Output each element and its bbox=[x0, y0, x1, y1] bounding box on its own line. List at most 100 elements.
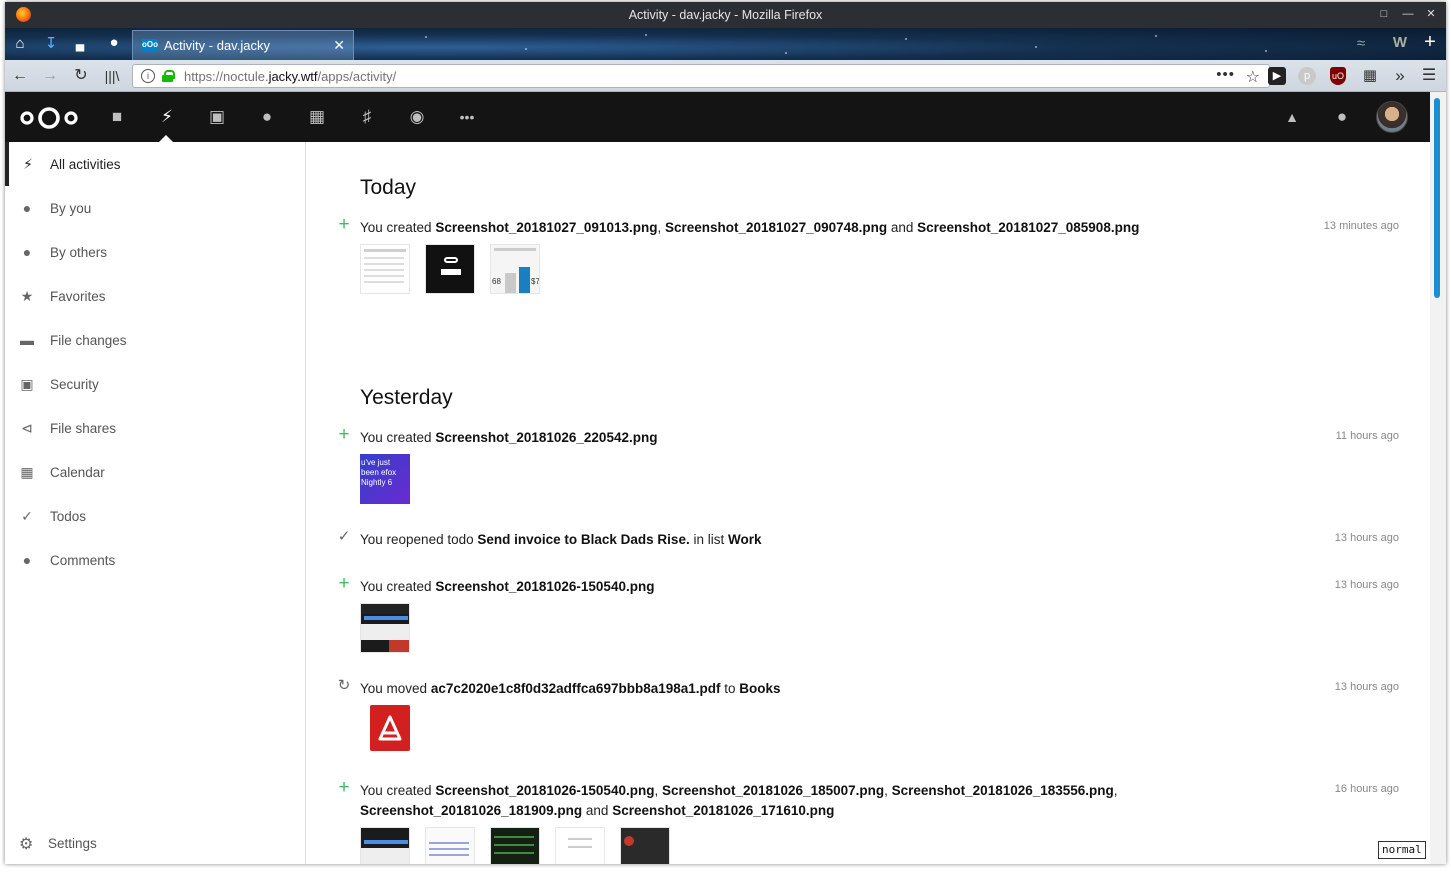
file-thumbnail[interactable] bbox=[620, 827, 670, 864]
contacts-icon[interactable]: ● bbox=[257, 107, 277, 127]
close-window-icon[interactable]: ✕ bbox=[1424, 7, 1438, 21]
tab-favicon-dark-icon[interactable]: ● bbox=[103, 34, 125, 52]
file-link[interactable]: Screenshot_20181026_181909.png bbox=[360, 803, 582, 818]
firefox-window: Activity - dav.jacky - Mozilla Firefox □… bbox=[5, 2, 1446, 864]
calendar-icon: ▦ bbox=[20, 464, 34, 480]
file-thumbnail[interactable] bbox=[360, 603, 410, 653]
folder-link[interactable]: Books bbox=[739, 681, 780, 696]
chart-tick-label: $7 bbox=[531, 277, 540, 286]
activity-text: You created Screenshot_20181026-150540.p… bbox=[360, 579, 655, 594]
file-thumbnail[interactable] bbox=[360, 827, 410, 864]
url-text[interactable]: https://noctule.jacky.wtf/apps/activity/ bbox=[184, 69, 396, 84]
file-link[interactable]: Screenshot_20181027_091013.png bbox=[435, 220, 657, 235]
section-title-yesterday: Yesterday bbox=[360, 386, 453, 409]
extension-dark-icon[interactable]: ▶ bbox=[1268, 67, 1286, 85]
calendar-icon[interactable]: ▦ bbox=[307, 107, 327, 127]
sidebar-item-file-changes[interactable]: ▬ File changes bbox=[5, 318, 305, 362]
user-avatar[interactable] bbox=[1376, 101, 1408, 133]
sidebar-item-file-shares[interactable]: ⊲ File shares bbox=[5, 406, 305, 450]
sidebar-item-by-you[interactable]: ● By you bbox=[5, 186, 305, 230]
file-thumbnail[interactable] bbox=[425, 244, 475, 294]
overflow-chevron-icon[interactable]: » bbox=[1389, 66, 1411, 86]
activity-text: You moved ac7c2020e1c8f0d32adffca697bbb8… bbox=[360, 681, 781, 696]
home-icon[interactable]: ⌂ bbox=[9, 35, 31, 53]
contacts-menu-icon[interactable]: ● bbox=[1332, 107, 1352, 127]
sidebar-item-comments[interactable]: ● Comments bbox=[5, 538, 305, 582]
notifications-bell-icon[interactable]: ▲ bbox=[1282, 107, 1302, 127]
window-title: Activity - dav.jacky - Mozilla Firefox bbox=[628, 8, 823, 22]
forward-icon[interactable]: → bbox=[39, 66, 61, 86]
back-icon[interactable]: ← bbox=[9, 66, 31, 86]
share-icon: ⊲ bbox=[21, 420, 33, 436]
minimize-icon[interactable]: — bbox=[1401, 7, 1415, 21]
site-info-icon[interactable]: i bbox=[141, 69, 155, 83]
wallabag-icon[interactable]: W bbox=[1389, 34, 1411, 52]
maps-icon[interactable]: ◉ bbox=[407, 107, 427, 127]
sidebar-item-security[interactable]: ▣ Security bbox=[5, 362, 305, 406]
activity-time: 13 minutes ago bbox=[1323, 220, 1399, 232]
sidebar-item-favorites[interactable]: ★ Favorites bbox=[5, 274, 305, 318]
sidebar-item-label: By others bbox=[50, 245, 108, 260]
add-icon: + bbox=[338, 573, 350, 594]
ublock-icon[interactable]: uO bbox=[1330, 67, 1346, 85]
sidebar-item-todos[interactable]: ✓ Todos bbox=[5, 494, 305, 538]
new-tab-icon[interactable]: + bbox=[1419, 32, 1441, 52]
settings-button[interactable]: ⚙ Settings bbox=[5, 822, 305, 864]
tab-close-icon[interactable]: ✕ bbox=[333, 37, 345, 54]
star-icon: ★ bbox=[20, 288, 34, 304]
window-menu-icon[interactable]: □ bbox=[1377, 7, 1391, 21]
tab-strip: ⌂ ↧ ▄ ● oOo Activity - dav.jacky ✕ ≈ W + bbox=[5, 28, 1446, 60]
list-link[interactable]: Work bbox=[728, 532, 762, 547]
page-actions-icon[interactable]: ••• bbox=[1216, 66, 1235, 83]
file-link[interactable]: Screenshot_20181026-150540.png bbox=[435, 579, 654, 594]
download-icon[interactable]: ↧ bbox=[40, 35, 62, 53]
file-link[interactable]: Screenshot_20181027_085908.png bbox=[917, 220, 1139, 235]
library-icon[interactable]: |||\ bbox=[101, 66, 123, 86]
hamburger-menu-icon[interactable]: ☰ bbox=[1418, 66, 1440, 86]
file-link[interactable]: Screenshot_20181026_183556.png bbox=[892, 783, 1114, 798]
pocket-p-icon[interactable]: p bbox=[1298, 67, 1316, 85]
file-link[interactable]: Screenshot_20181026_185007.png bbox=[662, 783, 884, 798]
activity-text: You created Screenshot_20181027_091013.p… bbox=[360, 220, 1140, 235]
sidebar-item-by-others[interactable]: ● By others bbox=[5, 230, 305, 274]
navigation-toolbar: ← → ↻ |||\ i https://noctule.jacky.wtf/a… bbox=[5, 60, 1446, 92]
audio-icon[interactable]: ♯ bbox=[357, 107, 377, 127]
file-link[interactable]: Screenshot_20181026_220542.png bbox=[435, 430, 657, 445]
extensions-grid-icon[interactable]: ▦ bbox=[1359, 66, 1381, 86]
tab-activity[interactable]: oOo Activity - dav.jacky ✕ bbox=[132, 30, 354, 60]
lightning-icon: ⚡︎ bbox=[23, 156, 33, 172]
sidebar-item-label: Calendar bbox=[50, 465, 105, 480]
gallery-icon[interactable]: ▣ bbox=[207, 107, 227, 127]
file-thumbnail[interactable] bbox=[490, 827, 540, 864]
page-scrollbar-thumb[interactable] bbox=[1434, 98, 1440, 298]
more-apps-icon[interactable]: ••• bbox=[457, 107, 477, 127]
url-bar[interactable]: i https://noctule.jacky.wtf/apps/activit… bbox=[132, 64, 1270, 88]
file-thumbnail[interactable] bbox=[360, 244, 410, 294]
activity-text: You created Screenshot_20181026_220542.p… bbox=[360, 430, 658, 445]
bookmark-star-icon[interactable]: ☆ bbox=[1246, 67, 1260, 87]
sidebar-item-calendar[interactable]: ▦ Calendar bbox=[5, 450, 305, 494]
rss-icon[interactable]: ≈ bbox=[1350, 35, 1372, 53]
todo-link[interactable]: Send invoice to Black Dads Rise. bbox=[477, 532, 689, 547]
activity-icon[interactable]: ⚡︎ bbox=[157, 107, 177, 127]
tab-label: Activity - dav.jacky bbox=[164, 38, 270, 53]
sidebar-item-label: All activities bbox=[50, 157, 121, 172]
file-link[interactable]: ac7c2020e1c8f0d32adffca697bbb8a198a1.pdf bbox=[431, 681, 721, 696]
sidebar-item-all-activities[interactable]: ⚡︎ All activities bbox=[5, 142, 305, 186]
files-icon[interactable]: ■ bbox=[107, 107, 127, 127]
activity-sidebar: ⚡︎ All activities ● By you ● By others ★… bbox=[5, 142, 306, 864]
nextcloud-header: ■ ⚡︎ ▣ ● ▦ ♯ ◉ ••• ▲ ● bbox=[5, 92, 1430, 142]
file-thumbnail[interactable]: u've just been efox Nightly 6 bbox=[360, 454, 410, 504]
nextcloud-logo[interactable] bbox=[18, 105, 80, 131]
synced-tabs-icon[interactable]: ▄ bbox=[69, 35, 91, 53]
vim-mode-indicator: normal bbox=[1378, 841, 1426, 859]
file-link[interactable]: Screenshot_20181027_090748.png bbox=[665, 220, 887, 235]
file-link[interactable]: Screenshot_20181026-150540.png bbox=[435, 783, 654, 798]
file-link[interactable]: Screenshot_20181026_171610.png bbox=[612, 803, 834, 818]
file-thumbnail[interactable] bbox=[425, 827, 475, 864]
reload-icon[interactable]: ↻ bbox=[70, 66, 92, 86]
file-thumbnail[interactable]: 68 $7 bbox=[490, 244, 540, 294]
pdf-file-icon[interactable] bbox=[370, 705, 410, 751]
secure-lock-icon bbox=[162, 70, 175, 82]
file-thumbnail[interactable] bbox=[555, 827, 605, 864]
